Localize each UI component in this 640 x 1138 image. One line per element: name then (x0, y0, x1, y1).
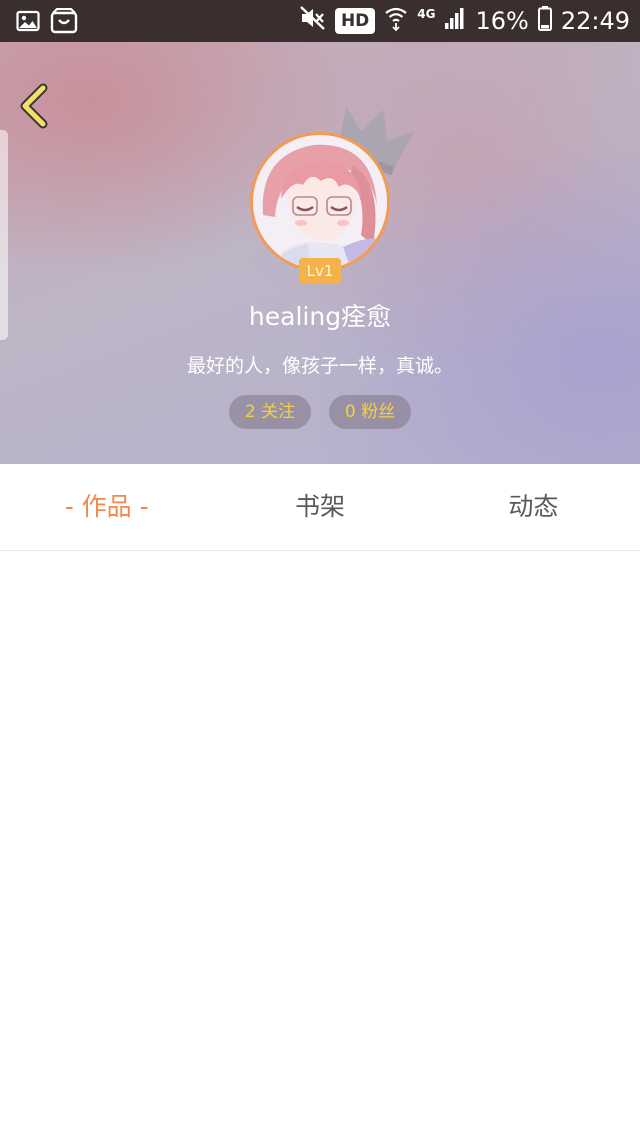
fans-count-button[interactable]: 0 粉丝 (329, 395, 411, 429)
avatar-container (250, 132, 390, 272)
status-bar-system: HD 4G 16% 22:49 (300, 0, 630, 42)
profile-tabs: - 作品 - 书架 动态 (0, 464, 640, 551)
status-bar: HD 4G 16% 22:49 (0, 0, 640, 42)
level-badge: Lv1 (299, 258, 341, 284)
tab-bookshelf[interactable]: 书架 (213, 464, 426, 550)
avatar[interactable] (250, 132, 390, 272)
tab-activity[interactable]: 动态 (427, 464, 640, 550)
tab-works[interactable]: - 作品 - (0, 464, 213, 550)
mute-icon (300, 6, 326, 36)
username: healing痊愈 (248, 302, 392, 331)
clock: 22:49 (560, 7, 630, 35)
shop-bag-icon (50, 7, 78, 38)
profile-header: Lv1 healing痊愈 最好的人，像孩子一样，真诚。 2 关注 0 粉丝 (0, 42, 640, 464)
wifi-icon (384, 5, 408, 37)
back-button[interactable] (14, 82, 54, 130)
following-count-button[interactable]: 2 关注 (229, 395, 311, 429)
tab-content (0, 551, 640, 1138)
image-icon (16, 9, 40, 37)
battery-icon (537, 5, 552, 37)
battery-percent: 16% (475, 7, 529, 35)
user-bio: 最好的人，像孩子一样，真诚。 (186, 355, 453, 377)
signal-icon (444, 6, 466, 36)
hd-badge: HD (334, 8, 376, 34)
user-stats: 2 关注 0 粉丝 (0, 395, 640, 429)
chevron-left-icon (20, 83, 48, 129)
avatar-image (253, 135, 387, 269)
network-type: 4G (417, 7, 436, 21)
status-bar-notifications (16, 7, 78, 38)
